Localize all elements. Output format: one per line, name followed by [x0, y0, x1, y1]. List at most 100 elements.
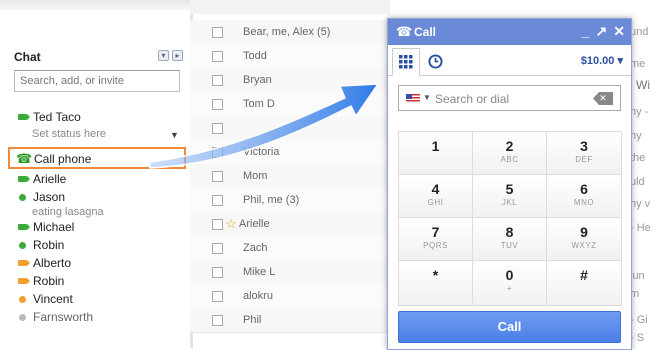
mail-toolbar-strip: [190, 0, 390, 14]
mail-preview-text: und: [630, 26, 649, 38]
mail-preview-text: me: [630, 58, 646, 70]
contact-name: Michael: [33, 220, 75, 234]
contact-row[interactable]: Robin: [14, 272, 64, 290]
mail-row[interactable]: Zach: [190, 236, 390, 261]
row-checkbox[interactable]: [212, 170, 223, 182]
key-digit: *: [432, 267, 439, 283]
close-icon[interactable]: ✕: [613, 23, 625, 40]
mail-row[interactable]: Phil, me (3): [190, 188, 390, 213]
us-flag-icon[interactable]: [406, 94, 420, 103]
key-digit: 6: [580, 181, 588, 197]
mail-row[interactable]: Tom D: [190, 92, 390, 117]
key-digit: 9: [580, 224, 588, 240]
mail-row[interactable]: Mike L: [190, 260, 390, 285]
row-checkbox[interactable]: [212, 26, 223, 38]
self-name-label: Ted Taco: [33, 110, 81, 124]
mail-preview-text: - He: [630, 222, 651, 234]
clock-icon: [427, 53, 443, 69]
contact-row[interactable]: Vincent: [14, 290, 73, 308]
mail-row[interactable]: [190, 116, 390, 141]
row-checkbox[interactable]: [212, 98, 223, 110]
row-checkbox[interactable]: [212, 314, 223, 326]
contact-row[interactable]: Jason: [14, 188, 65, 206]
key-letters: PQRS: [423, 241, 448, 250]
key-digit: 0: [505, 267, 514, 283]
phone-icon: ☎: [16, 151, 33, 166]
row-checkbox[interactable]: [212, 290, 223, 302]
mail-row[interactable]: alokru: [190, 284, 390, 309]
key-3[interactable]: 3 DEF: [547, 132, 622, 175]
key-letters: DEF: [575, 155, 593, 164]
mail-list: Bear, me, Alex (5) Todd Bryan Tom D Vict…: [190, 14, 390, 348]
chat-panel: Chat ▾ ▸ Ted Taco Set status here ▼ ☎ Ca…: [0, 36, 188, 348]
dial-input[interactable]: ▼ Search or dial ✕: [398, 85, 621, 111]
chat-popout-icon[interactable]: ▸: [172, 50, 183, 61]
popout-icon[interactable]: ↗: [596, 23, 608, 40]
mail-row[interactable]: Bryan: [190, 68, 390, 93]
chat-options-icon[interactable]: ▾: [158, 50, 169, 61]
key-hash[interactable]: #: [547, 261, 622, 306]
key-6[interactable]: 6 MNO: [547, 175, 622, 218]
contact-row[interactable]: Arielle: [14, 170, 66, 188]
mail-preview-text: ny -: [630, 106, 649, 118]
row-checkbox[interactable]: [212, 266, 223, 278]
key-star[interactable]: *: [399, 261, 473, 306]
status-dropdown-icon[interactable]: ▼: [170, 130, 179, 140]
key-1[interactable]: 1: [399, 132, 473, 175]
video-status-icon: [14, 224, 30, 230]
self-name[interactable]: Ted Taco: [14, 108, 81, 126]
tab-history[interactable]: [424, 49, 446, 73]
video-status-icon: [14, 114, 30, 120]
mail-row[interactable]: Bear, me, Alex (5): [190, 20, 390, 45]
key-2[interactable]: 2 ABC: [473, 132, 547, 175]
backspace-icon[interactable]: ✕: [593, 92, 613, 105]
row-checkbox[interactable]: [212, 218, 223, 230]
key-digit: 3: [580, 138, 588, 154]
tab-dialpad[interactable]: [392, 48, 420, 76]
call-window: ☎ Call _ ↗ ✕ $10.00 ▾ ▼ Search or dial ✕…: [387, 18, 632, 350]
contact-row[interactable]: Robin: [14, 236, 64, 254]
key-7[interactable]: 7 PQRS: [399, 218, 473, 261]
mail-row[interactable]: ☆ Arielle: [190, 212, 390, 237]
mail-row[interactable]: Phil: [190, 308, 390, 333]
star-icon[interactable]: ☆: [225, 216, 237, 232]
call-button[interactable]: Call: [398, 311, 621, 343]
row-checkbox[interactable]: [212, 194, 223, 206]
call-tabs: $10.00 ▾: [388, 45, 631, 76]
row-checkbox[interactable]: [212, 146, 223, 158]
mail-row[interactable]: Victoria: [190, 140, 390, 165]
key-0[interactable]: 0 +: [473, 261, 547, 306]
country-dropdown-icon[interactable]: ▼: [423, 93, 431, 102]
mail-sender: Mike L: [243, 266, 276, 278]
dial-placeholder: Search or dial: [435, 92, 510, 106]
chat-search-input[interactable]: [14, 70, 180, 92]
key-9[interactable]: 9 WXYZ: [547, 218, 622, 261]
key-8[interactable]: 8 TUV: [473, 218, 547, 261]
contact-row[interactable]: Michael: [14, 218, 74, 236]
key-digit: 5: [505, 181, 514, 197]
key-4[interactable]: 4 GHI: [399, 175, 473, 218]
contact-row[interactable]: Farnsworth: [14, 308, 93, 326]
mail-row[interactable]: Mom: [190, 164, 390, 189]
mail-preview-text: the: [630, 152, 646, 164]
call-window-title: Call: [414, 25, 437, 39]
contact-name: Vincent: [33, 292, 73, 306]
minimize-icon[interactable]: _: [582, 23, 590, 40]
call-credit[interactable]: $10.00 ▾: [581, 54, 623, 67]
contact-row[interactable]: Alberto: [14, 254, 71, 272]
call-phone-button[interactable]: ☎ Call phone: [8, 147, 186, 169]
row-checkbox[interactable]: [212, 74, 223, 86]
key-digit: 2: [505, 138, 514, 154]
phone-icon: ☎: [396, 24, 413, 39]
status-message[interactable]: Set status here: [32, 128, 106, 140]
idle-video-status-icon: [14, 278, 30, 284]
row-checkbox[interactable]: [212, 242, 223, 254]
idle-video-status-icon: [14, 260, 30, 266]
offline-status-icon: [14, 313, 30, 321]
row-checkbox[interactable]: [212, 50, 223, 62]
row-checkbox[interactable]: [212, 122, 223, 134]
mail-preview-text: l Wi: [630, 78, 650, 92]
call-titlebar[interactable]: ☎ Call _ ↗ ✕: [388, 19, 631, 45]
key-5[interactable]: 5 JKL: [473, 175, 547, 218]
mail-row[interactable]: Todd: [190, 44, 390, 69]
